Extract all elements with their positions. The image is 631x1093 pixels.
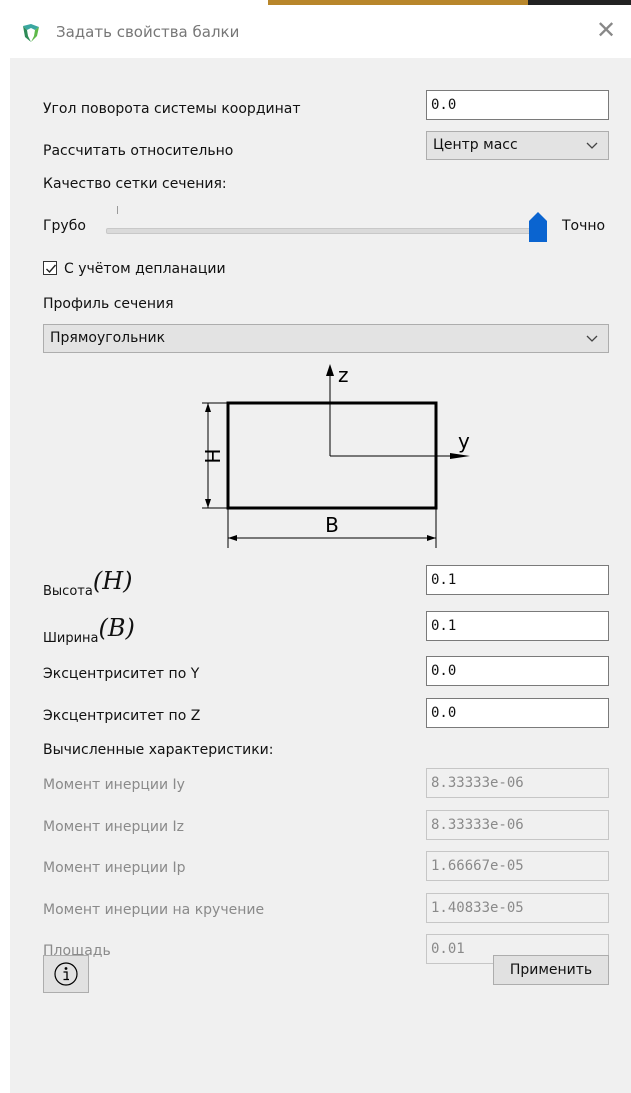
relative-select-value: Центр масс xyxy=(433,137,518,153)
width-symbol: (B) xyxy=(98,614,135,642)
height-label-text: Высота xyxy=(43,584,93,599)
computed-row-label: Момент инерции Iz xyxy=(43,819,184,835)
height-symbol: (H) xyxy=(92,567,133,595)
background-window-strip xyxy=(268,0,528,5)
warping-label: С учётом депланации xyxy=(64,261,226,277)
close-icon[interactable]: ✕ xyxy=(593,18,619,44)
width-arrow-left xyxy=(228,535,237,541)
dim-b-label: B xyxy=(325,513,339,537)
computed-row-value: 1.40833e-05 xyxy=(426,893,609,923)
section-diagram: z y H B xyxy=(200,363,470,548)
rotation-label: Угол поворота системы координат xyxy=(43,101,301,117)
slider-thumb[interactable] xyxy=(528,211,548,243)
ecc-y-label: Эксцентриситет по Y xyxy=(43,666,200,682)
computed-row-value: 1.66667e-05 xyxy=(426,851,609,881)
width-label-text: Ширина xyxy=(43,631,99,646)
mesh-quality-slider[interactable] xyxy=(106,228,540,234)
background-window-strip-dark xyxy=(528,0,631,5)
chevron-down-icon xyxy=(585,136,599,154)
axis-z-label: z xyxy=(338,363,349,387)
profile-select[interactable]: Прямоугольник xyxy=(43,324,609,353)
mesh-quality-label: Качество сетки сечения: xyxy=(43,176,227,192)
ecc-z-input[interactable]: 0.0 xyxy=(426,698,609,728)
z-axis-arrow xyxy=(326,364,334,376)
relative-select[interactable]: Центр масс xyxy=(426,131,609,160)
axis-y-label: y xyxy=(458,429,470,453)
height-arrow-top xyxy=(205,403,211,412)
ecc-y-input[interactable]: 0.0 xyxy=(426,656,609,686)
dim-h-label: H xyxy=(200,448,224,463)
computed-row-value: 8.33333e-06 xyxy=(426,768,609,798)
width-arrow-right xyxy=(427,535,436,541)
info-button[interactable] xyxy=(43,955,89,993)
warping-checkbox[interactable] xyxy=(43,261,57,275)
rotation-input[interactable]: 0.0 xyxy=(426,90,609,120)
info-icon xyxy=(44,962,88,996)
slider-tick xyxy=(117,206,118,214)
height-arrow-bottom xyxy=(205,499,211,508)
computed-row-value: 8.33333e-06 xyxy=(426,810,609,840)
y-axis-arrow xyxy=(450,453,470,459)
ecc-z-label: Эксцентриситет по Z xyxy=(43,708,201,724)
profile-label: Профиль сечения xyxy=(43,296,174,312)
height-input[interactable]: 0.1 xyxy=(426,565,609,595)
profile-select-value: Прямоугольник xyxy=(50,330,166,346)
computed-row-label: Момент инерции на кручение xyxy=(43,902,265,918)
computed-header: Вычисленные характеристики: xyxy=(43,742,274,758)
width-label: Ширина(B) xyxy=(43,614,135,646)
window-title: Задать свойства балки xyxy=(56,23,240,41)
apply-button[interactable]: Применить xyxy=(493,955,609,985)
chevron-down-icon xyxy=(585,329,599,347)
app-logo-icon xyxy=(20,22,42,44)
relative-label: Рассчитать относительно xyxy=(43,143,234,159)
computed-row-label: Момент инерции Ip xyxy=(43,860,186,876)
width-input[interactable]: 0.1 xyxy=(426,611,609,641)
computed-row-label: Момент инерции Iy xyxy=(43,777,185,793)
title-bar: Задать свойства балки ✕ xyxy=(0,6,631,54)
height-label: Высота(H) xyxy=(43,567,133,599)
mesh-min-label: Грубо xyxy=(43,218,86,234)
mesh-max-label: Точно xyxy=(562,218,606,234)
